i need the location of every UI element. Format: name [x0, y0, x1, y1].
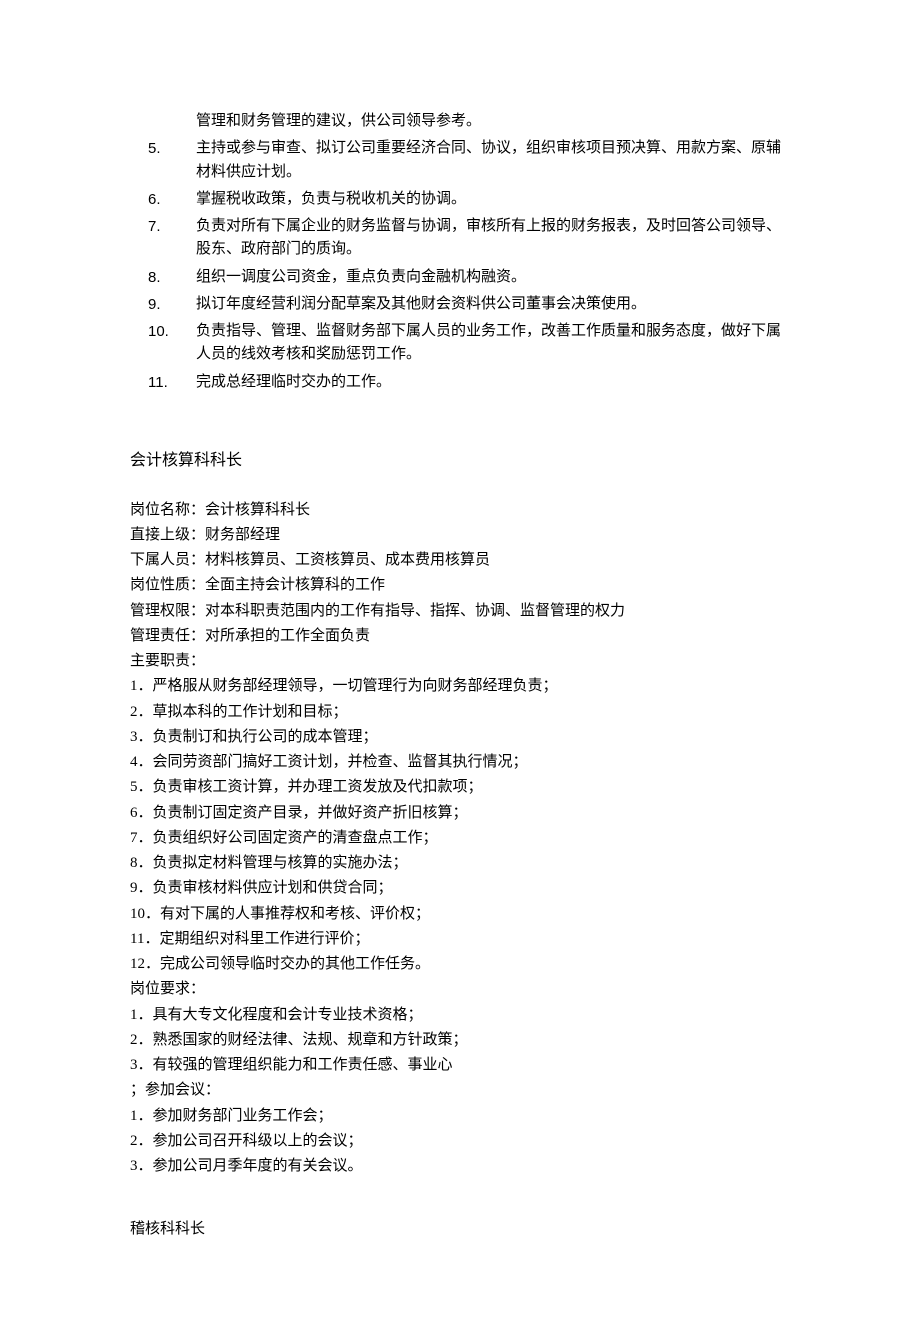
list-item: 6．负责制订固定资产目录，并做好资产折旧核算；: [130, 802, 790, 825]
item-text: 主持或参与审查、拟订公司重要经济合同、协议，组织审核项目预决算、用款方案、原辅材…: [196, 137, 790, 184]
list-item: 9. 拟订年度经营利润分配草案及其他财会资料供公司董事会决策使用。: [130, 293, 790, 316]
item-text: 完成总经理临时交办的工作。: [196, 371, 790, 394]
list-item: 11. 完成总经理临时交办的工作。: [130, 371, 790, 394]
field-line: 主要职责：: [130, 650, 790, 673]
list-item: 10. 负责指导、管理、监督财务部下属人员的业务工作，改善工作质量和服务态度，做…: [130, 320, 790, 367]
list-item: 7．负责组织好公司固定资产的清查盘点工作；: [130, 827, 790, 850]
duties-list: 1．严格服从财务部经理领导，一切管理行为向财务部经理负责； 2．草拟本科的工作计…: [130, 675, 790, 976]
field-line: 岗位性质：全面主持会计核算科的工作: [130, 574, 790, 597]
item-number: [130, 110, 196, 133]
field-line: 下属人员：材料核算员、工资核算员、成本费用核算员: [130, 549, 790, 572]
list-item: 2．熟悉国家的财经法律、法规、规章和方针政策；: [130, 1029, 790, 1052]
list-item: 3．有较强的管理组织能力和工作责任感、事业心: [130, 1054, 790, 1077]
item-text: 管理和财务管理的建议，供公司领导参考。: [196, 110, 790, 133]
list-item: 8．负责拟定材料管理与核算的实施办法；: [130, 852, 790, 875]
item-number: 11.: [130, 371, 196, 394]
field-line: 管理权限：对本科职责范围内的工作有指导、指挥、协调、监督管理的权力: [130, 600, 790, 623]
item-text: 拟订年度经营利润分配草案及其他财会资料供公司董事会决策使用。: [196, 293, 790, 316]
item-number: 5.: [130, 137, 196, 184]
label-line: ；参加会议：: [130, 1079, 790, 1102]
field-line: 直接上级：财务部经理: [130, 524, 790, 547]
list-item: 1．参加财务部门业务工作会；: [130, 1105, 790, 1128]
top-numbered-list: 管理和财务管理的建议，供公司领导参考。 5. 主持或参与审查、拟订公司重要经济合…: [130, 110, 790, 394]
list-item: 10．有对下属的人事推荐权和考核、评价权；: [130, 903, 790, 926]
field-line: 管理责任：对所承担的工作全面负责: [130, 625, 790, 648]
section-heading-audit: 稽核科科长: [130, 1218, 790, 1241]
list-item: 1．具有大专文化程度和会计专业技术资格；: [130, 1004, 790, 1027]
item-number: 9.: [130, 293, 196, 316]
item-text: 负责对所有下属企业的财务监督与协调，审核所有上报的财务报表，及时回答公司领导、股…: [196, 215, 790, 262]
list-item: 4．会同劳资部门搞好工资计划，并检查、监督其执行情况；: [130, 751, 790, 774]
list-item: 8. 组织一调度公司资金，重点负责向金融机构融资。: [130, 266, 790, 289]
requirements-list: 1．具有大专文化程度和会计专业技术资格； 2．熟悉国家的财经法律、法规、规章和方…: [130, 1004, 790, 1078]
list-item: 3．参加公司月季年度的有关会议。: [130, 1155, 790, 1178]
list-item: 2．草拟本科的工作计划和目标；: [130, 701, 790, 724]
position-fields: 岗位名称：会计核算科科长 直接上级：财务部经理 下属人员：材料核算员、工资核算员…: [130, 499, 790, 674]
item-text: 组织一调度公司资金，重点负责向金融机构融资。: [196, 266, 790, 289]
list-item: 9．负责审核材料供应计划和供贷合同；: [130, 877, 790, 900]
item-number: 7.: [130, 215, 196, 262]
list-item: 5．负责审核工资计算，并办理工资发放及代扣款项；: [130, 776, 790, 799]
meetings-list: 1．参加财务部门业务工作会； 2．参加公司召开科级以上的会议； 3．参加公司月季…: [130, 1105, 790, 1179]
list-item: 6. 掌握税收政策，负责与税收机关的协调。: [130, 188, 790, 211]
list-item: 11．定期组织对科里工作进行评价；: [130, 928, 790, 951]
requirements-label: 岗位要求：: [130, 978, 790, 1001]
item-number: 6.: [130, 188, 196, 211]
list-item: 5. 主持或参与审查、拟订公司重要经济合同、协议，组织审核项目预决算、用款方案、…: [130, 137, 790, 184]
list-item: 2．参加公司召开科级以上的会议；: [130, 1130, 790, 1153]
list-item: 3．负责制订和执行公司的成本管理；: [130, 726, 790, 749]
item-text: 负责指导、管理、监督财务部下属人员的业务工作，改善工作质量和服务态度，做好下属人…: [196, 320, 790, 367]
section-heading-accounting: 会计核算科科长: [130, 449, 790, 474]
list-item: 12．完成公司领导临时交办的其他工作任务。: [130, 953, 790, 976]
list-item: 管理和财务管理的建议，供公司领导参考。: [130, 110, 790, 133]
list-item: 1．严格服从财务部经理领导，一切管理行为向财务部经理负责；: [130, 675, 790, 698]
field-line: 岗位名称：会计核算科科长: [130, 499, 790, 522]
label-line: 岗位要求：: [130, 978, 790, 1001]
item-text: 掌握税收政策，负责与税收机关的协调。: [196, 188, 790, 211]
item-number: 10.: [130, 320, 196, 367]
item-number: 8.: [130, 266, 196, 289]
meetings-label: ；参加会议：: [130, 1079, 790, 1102]
list-item: 7. 负责对所有下属企业的财务监督与协调，审核所有上报的财务报表，及时回答公司领…: [130, 215, 790, 262]
